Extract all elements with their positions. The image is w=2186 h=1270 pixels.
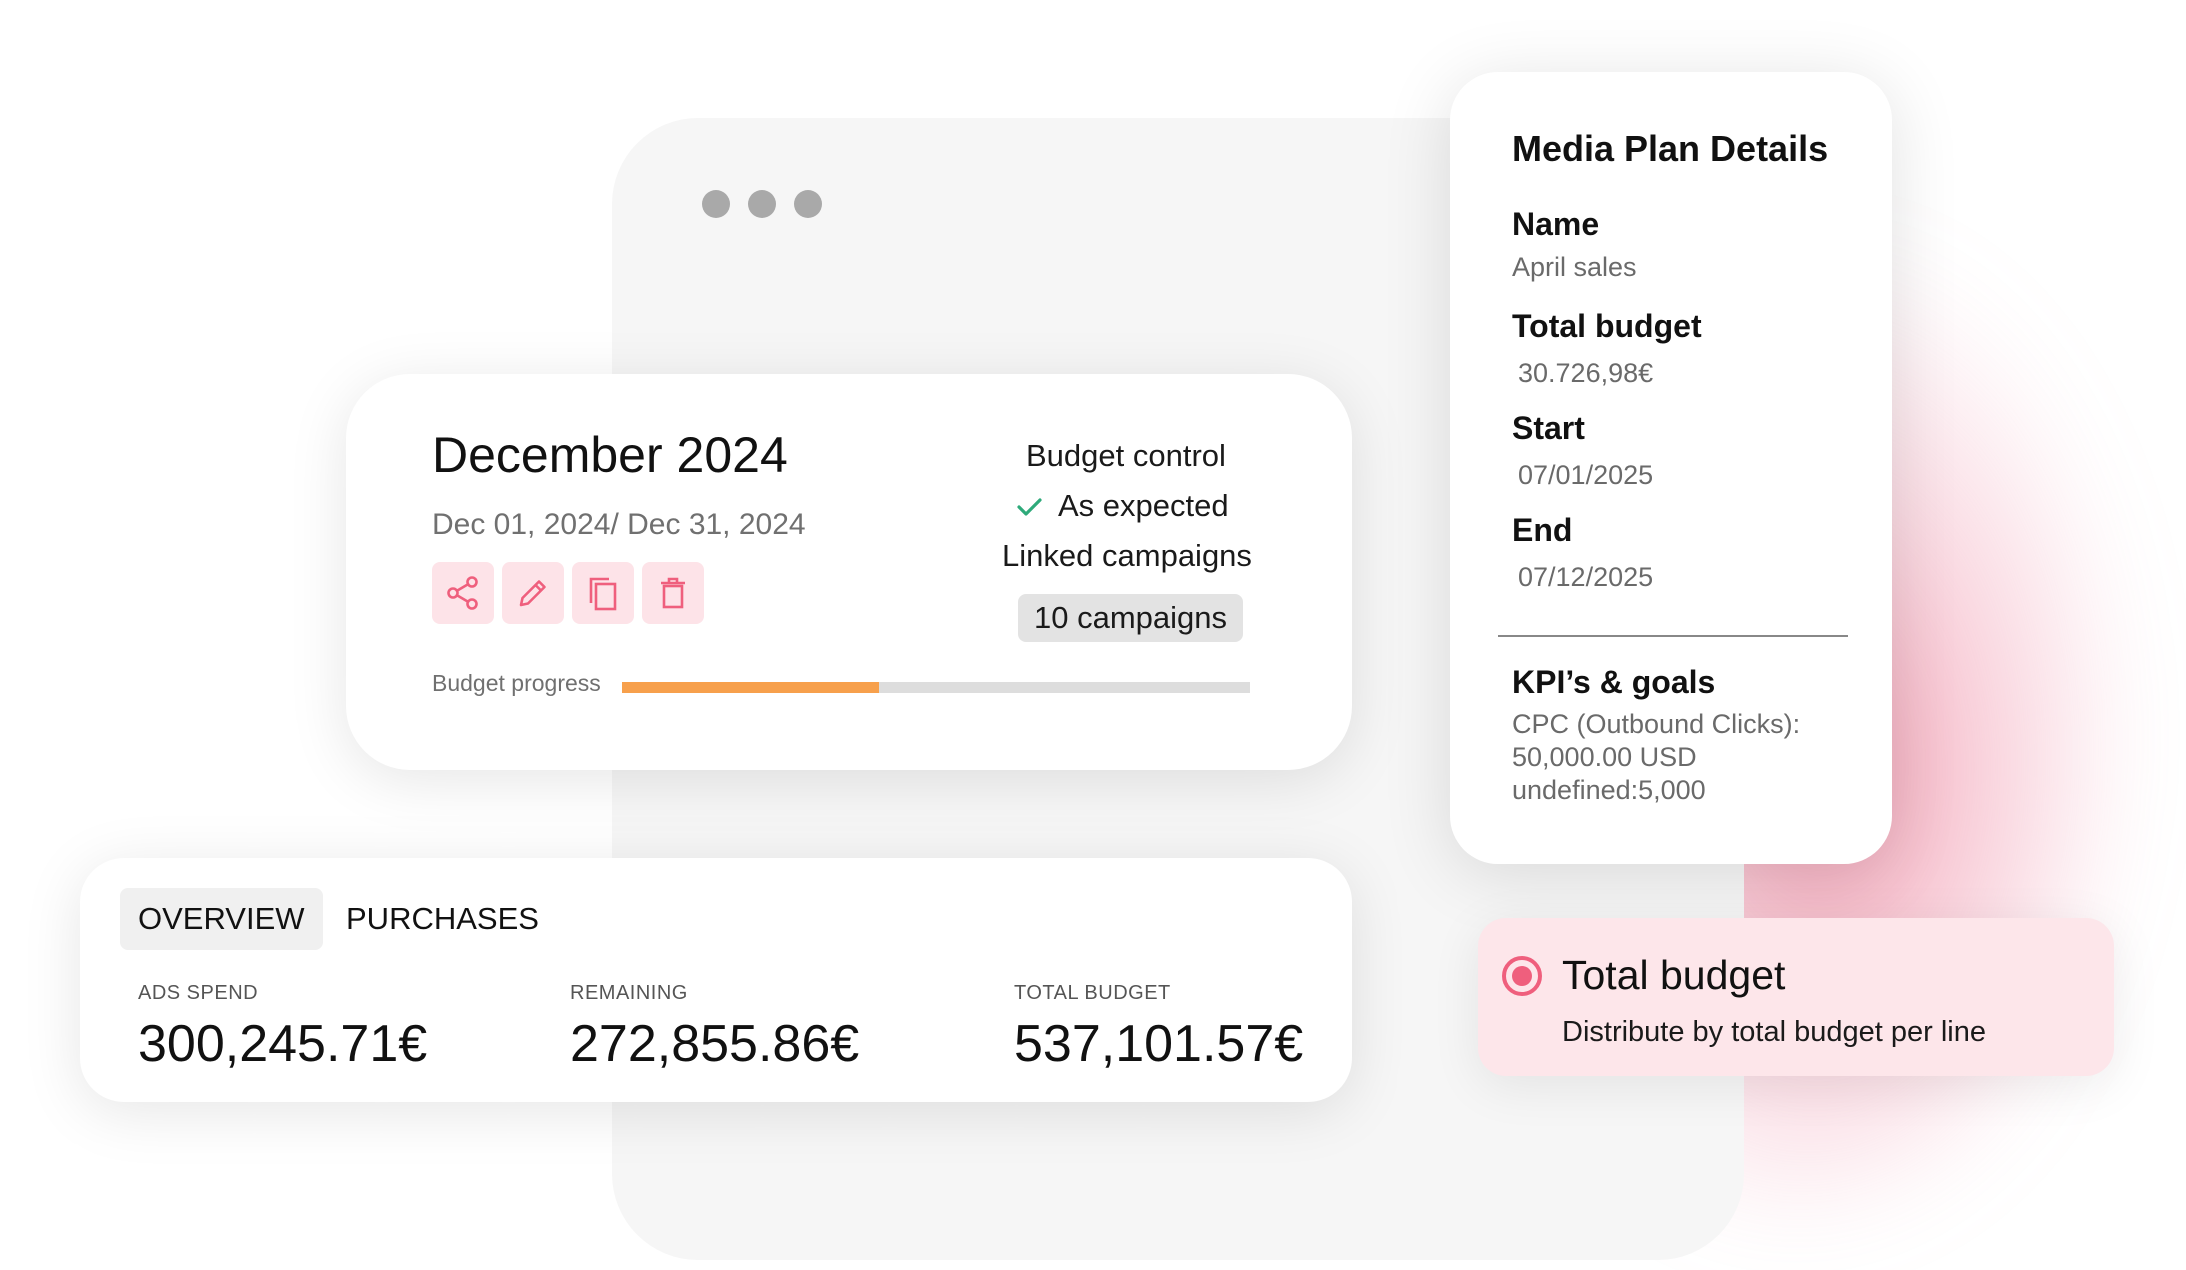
tab-purchases[interactable]: PURCHASES [328,888,557,950]
campaigns-count-badge[interactable]: 10 campaigns [1018,594,1244,642]
total-budget-value: 537,101.57€ [1014,1015,1304,1073]
pencil-icon [519,580,546,607]
kpi-goals-list: CPC (Outbound Clicks): 50,000.00 USD und… [1512,708,1800,807]
copy-icon [589,577,617,611]
start-value: 07/01/2025 [1518,460,1654,490]
tab-overview[interactable]: OVERVIEW [120,888,323,950]
overview-card: OVERVIEW PURCHASES ADS SPEND 300,245.71€… [80,858,1352,1102]
name-value: April sales [1512,252,1637,282]
window-dot-icon [748,190,776,218]
plan-date-range: Dec 01, 2024/ Dec 31, 2024 [432,508,806,541]
budget-control-label: Budget control [1026,438,1226,473]
kpi-line: CPC (Outbound Clicks): [1512,709,1801,739]
remaining-label: REMAINING [570,982,688,1004]
kpi-line: 50,000.00 USD [1512,742,1697,772]
start-label: Start [1512,410,1585,446]
kpi-line: undefined:5,000 [1512,775,1706,805]
check-icon [1017,498,1042,516]
window-dot-icon [794,190,822,218]
budget-progress-fill [622,682,880,693]
details-divider [1498,635,1848,637]
name-label: Name [1512,206,1600,242]
budget-control-status-text: As expected [1058,488,1229,523]
kpi-goals-label: KPI’s & goals [1512,664,1716,700]
plan-actions [432,562,704,624]
ads-spend-value: 300,245.71€ [138,1015,428,1073]
linked-campaigns-label: Linked campaigns [1002,538,1252,573]
total-budget-field-label: Total budget [1512,308,1702,344]
media-plan-details-card: Media Plan Details Name April sales Tota… [1450,72,1892,864]
end-label: End [1512,512,1573,548]
details-title: Media Plan Details [1512,128,1829,169]
delete-button[interactable] [642,562,704,624]
duplicate-button[interactable] [572,562,634,624]
trash-icon [661,577,685,609]
total-budget-label: TOTAL BUDGET [1014,982,1171,1004]
budget-control-status: As expected [1014,488,1229,524]
radio-selected-icon[interactable] [1502,956,1542,996]
total-budget-option-title: Total budget [1562,952,1786,998]
end-value: 07/12/2025 [1518,562,1654,592]
window-dot-icon [702,190,730,218]
ads-spend-label: ADS SPEND [138,982,259,1004]
budget-progress-label: Budget progress [432,670,601,696]
share-button[interactable] [432,562,494,624]
media-plan-card: December 2024 Dec 01, 2024/ Dec 31, 2024 [346,374,1352,770]
total-budget-option-description: Distribute by total budget per line [1562,1016,1986,1048]
remaining-value: 272,855.86€ [570,1015,860,1073]
total-budget-option[interactable]: Total budget Distribute by total budget … [1478,918,2114,1076]
plan-title: December 2024 [432,427,788,483]
budget-progress-bar [622,682,1250,693]
total-budget-field-value: 30.726,98€ [1518,358,1654,388]
edit-button[interactable] [502,562,564,624]
share-icon [447,576,478,610]
